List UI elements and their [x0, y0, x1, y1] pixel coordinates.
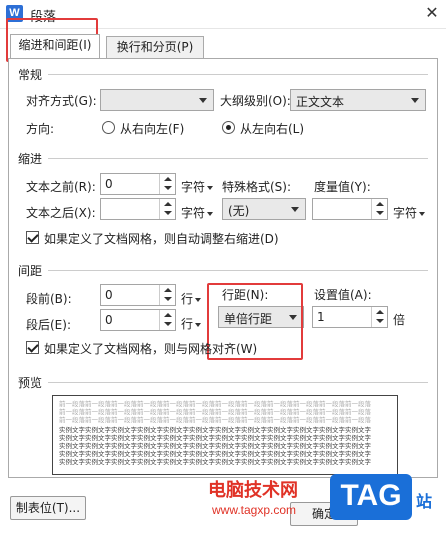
tab-indent-spacing[interactable]: 缩进和间距(I): [10, 34, 100, 58]
before-text-unit: 字符: [181, 180, 206, 194]
preview-sample-line: 实例文字实例文字实例文字实例文字实例文字实例文字实例文字实例文字实例文字实例文字…: [59, 434, 371, 442]
spinner-buttons[interactable]: [159, 174, 175, 194]
preview-sample-line: 实例文字实例文字实例文字实例文字实例文字实例文字实例文字实例文字实例文字实例文字…: [59, 442, 371, 450]
watermark-suffix: 站: [416, 492, 433, 511]
chevron-down-icon: [291, 207, 299, 212]
space-after-unit: 行: [181, 317, 194, 331]
preview-prev-line: 前一段落前一段落前一段落前一段落前一段落前一段落前一段落前一段落前一段落前一段落…: [59, 416, 371, 424]
indent-section-label: 缩进: [18, 150, 43, 167]
preview-sample-line: 实例文字实例文字实例文字实例文字实例文字实例文字实例文字实例文字实例文字实例文字…: [59, 458, 371, 466]
rtl-label: 从右向左(F): [120, 122, 185, 136]
alignment-label: 对齐方式(G):: [26, 94, 97, 108]
setting-value-label: 设置值(A):: [314, 288, 372, 302]
space-after-unit-dropdown[interactable]: 行: [181, 315, 202, 332]
watermark-url: www.tagxp.com: [212, 503, 297, 517]
before-text-unit-dropdown[interactable]: 字符: [181, 178, 214, 195]
special-format-select[interactable]: (无): [222, 198, 306, 220]
after-text-unit: 字符: [181, 206, 206, 220]
up-arrow-icon[interactable]: [164, 177, 172, 181]
after-text-label: 文本之后(X):: [26, 206, 96, 220]
space-after-value: 0: [105, 313, 113, 327]
preview-sample-line: 实例文字实例文字实例文字实例文字实例文字实例文字实例文字实例文字实例文字实例文字…: [59, 450, 371, 458]
preview-divider: [48, 382, 428, 383]
spacing-divider: [48, 270, 428, 271]
special-format-value: (无): [228, 204, 250, 218]
auto-adjust-checkbox[interactable]: [26, 231, 39, 244]
up-arrow-icon[interactable]: [164, 288, 172, 292]
up-arrow-icon[interactable]: [376, 202, 384, 206]
alignment-select[interactable]: [100, 89, 214, 111]
close-icon[interactable]: ✕: [422, 3, 442, 23]
setting-value-unit: 倍: [393, 313, 406, 327]
space-after-spinner[interactable]: 0: [100, 309, 176, 331]
tabs-button[interactable]: 制表位(T)...: [10, 496, 86, 520]
spinner-buttons[interactable]: [159, 285, 175, 305]
watermark-tag-logo: TAG: [330, 474, 412, 520]
direction-label: 方向:: [26, 122, 55, 136]
snap-grid-label: 如果定义了文档网格，则与网格对齐(W): [44, 342, 258, 356]
chevron-down-icon: [199, 98, 207, 103]
setting-value-spinner[interactable]: 1: [312, 306, 388, 328]
down-arrow-icon[interactable]: [164, 297, 172, 301]
up-arrow-icon[interactable]: [376, 310, 384, 314]
measure-unit-dropdown[interactable]: 字符: [393, 204, 426, 221]
down-arrow-icon[interactable]: [164, 322, 172, 326]
space-before-label: 段前(B):: [26, 292, 72, 306]
outline-level-select[interactable]: 正文文本: [290, 89, 426, 111]
spinner-buttons[interactable]: [371, 199, 387, 219]
tab-line-page-breaks[interactable]: 换行和分页(P): [106, 36, 204, 58]
spinner-buttons[interactable]: [159, 199, 175, 219]
space-after-label: 段后(E):: [26, 318, 71, 332]
space-before-spinner[interactable]: 0: [100, 284, 176, 306]
chevron-down-icon: [419, 211, 426, 216]
special-format-label: 特殊格式(S):: [222, 180, 292, 194]
outline-level-value: 正文文本: [296, 95, 345, 109]
down-arrow-icon[interactable]: [164, 211, 172, 215]
measure-label: 度量值(Y):: [314, 180, 371, 194]
down-arrow-icon[interactable]: [376, 211, 384, 215]
chevron-down-icon: [411, 98, 419, 103]
down-arrow-icon[interactable]: [376, 319, 384, 323]
space-before-value: 0: [105, 288, 113, 302]
preview-sample-line: 实例文字实例文字实例文字实例文字实例文字实例文字实例文字实例文字实例文字实例文字…: [59, 426, 371, 434]
watermark-site-text: 电脑技术网: [208, 480, 298, 500]
measure-spinner[interactable]: [312, 198, 388, 220]
preview-prev-line: 前一段落前一段落前一段落前一段落前一段落前一段落前一段落前一段落前一段落前一段落…: [59, 400, 371, 408]
indent-divider: [48, 158, 428, 159]
before-text-spinner[interactable]: 0: [100, 173, 176, 195]
before-text-value: 0: [105, 177, 113, 191]
outline-level-label: 大纲级别(O):: [220, 94, 291, 108]
setting-value: 1: [317, 310, 325, 324]
space-before-unit: 行: [181, 292, 194, 306]
chevron-down-icon: [207, 185, 214, 190]
paragraph-preview: 前一段落前一段落前一段落前一段落前一段落前一段落前一段落前一段落前一段落前一段落…: [52, 395, 398, 475]
spinner-buttons[interactable]: [371, 307, 387, 327]
chevron-down-icon: [195, 297, 202, 302]
after-text-unit-dropdown[interactable]: 字符: [181, 204, 214, 221]
ltr-radio[interactable]: [222, 121, 235, 134]
measure-unit: 字符: [393, 206, 418, 220]
ltr-label: 从左向右(L): [240, 122, 305, 136]
up-arrow-icon[interactable]: [164, 202, 172, 206]
rtl-radio[interactable]: [102, 121, 115, 134]
before-text-label: 文本之前(R):: [26, 180, 96, 194]
general-section-label: 常规: [18, 66, 43, 83]
auto-adjust-label: 如果定义了文档网格，则自动调整右缩进(D): [44, 232, 279, 246]
down-arrow-icon[interactable]: [164, 186, 172, 190]
preview-prev-line: 前一段落前一段落前一段落前一段落前一段落前一段落前一段落前一段落前一段落前一段落…: [59, 408, 371, 416]
snap-grid-checkbox[interactable]: [26, 341, 39, 354]
chevron-down-icon: [195, 322, 202, 327]
spacing-section-label: 间距: [18, 262, 43, 279]
up-arrow-icon[interactable]: [164, 313, 172, 317]
after-text-spinner[interactable]: [100, 198, 176, 220]
space-before-unit-dropdown[interactable]: 行: [181, 290, 202, 307]
chevron-down-icon: [207, 211, 214, 216]
preview-section-label: 预览: [18, 374, 43, 391]
spinner-buttons[interactable]: [159, 310, 175, 330]
general-divider: [48, 74, 428, 75]
